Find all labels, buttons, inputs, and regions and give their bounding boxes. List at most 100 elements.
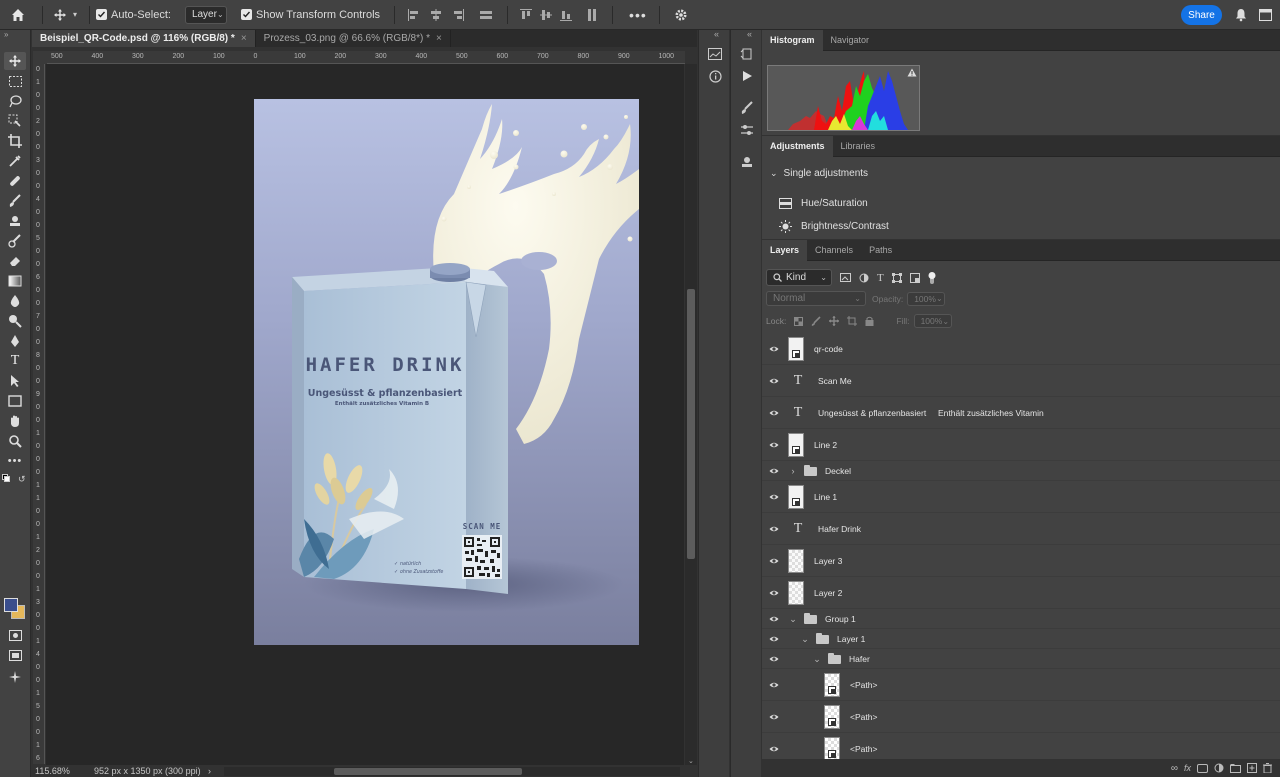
more-options-icon[interactable]: ••• <box>629 7 647 23</box>
layer-row[interactable]: Layer 2 <box>762 577 1280 609</box>
auto-select-target-dropdown[interactable]: Layer ⌄ <box>184 5 227 24</box>
align-right-icon[interactable] <box>451 8 465 21</box>
eye-icon[interactable] <box>769 634 779 644</box>
layer-row[interactable]: qr-code <box>762 333 1280 365</box>
filter-type-icon[interactable]: T <box>877 272 884 284</box>
info-icon[interactable] <box>706 68 724 84</box>
eye-icon[interactable] <box>769 408 779 418</box>
eye-icon[interactable] <box>769 556 779 566</box>
vertical-scrollbar[interactable]: ⌄ <box>685 64 697 765</box>
collapse-panels-icon[interactable]: « <box>747 29 752 39</box>
eyedropper-tool-button[interactable] <box>4 152 26 170</box>
layer-row[interactable]: ⌄ Hafer <box>762 649 1280 669</box>
properties-panel-icon[interactable] <box>706 46 724 62</box>
history-brush-tool-button[interactable] <box>4 232 26 250</box>
adjustment-hue-saturation[interactable]: Hue/Saturation <box>762 191 1280 216</box>
foreground-color-swatch[interactable] <box>4 598 18 612</box>
layer-row[interactable]: <Path> <box>762 733 1280 759</box>
home-icon[interactable] <box>0 0 36 30</box>
lock-position-icon[interactable] <box>829 316 840 326</box>
eye-icon[interactable] <box>769 680 779 690</box>
layer-row[interactable]: › Deckel <box>762 461 1280 481</box>
eye-icon[interactable] <box>769 344 779 354</box>
zoom-tool-button[interactable] <box>4 432 26 450</box>
path-selection-tool-button[interactable] <box>4 372 26 390</box>
layer-row[interactable]: ⌄ Layer 1 <box>762 629 1280 649</box>
swap-colors-icon[interactable]: ↺ <box>18 474 26 485</box>
layer-row[interactable]: Line 2 <box>762 429 1280 461</box>
scrollbar-thumb[interactable] <box>334 767 522 775</box>
document-tab[interactable]: Beispiel_QR-Code.psd @ 116% (RGB/8) * × <box>32 30 256 47</box>
artwork-canvas[interactable]: HAFER DRINK Ungesüsst & pflanzenbasiert … <box>254 99 639 645</box>
layer-row[interactable]: T Scan Me <box>762 365 1280 397</box>
marquee-tool-button[interactable] <box>4 72 26 90</box>
gradient-tool-button[interactable] <box>4 272 26 290</box>
collapse-panels-icon[interactable]: « <box>714 29 719 39</box>
status-menu-arrow[interactable]: › <box>208 766 218 776</box>
collapse-toolbar-icon[interactable]: » <box>4 30 8 39</box>
dodge-tool-button[interactable] <box>4 312 26 330</box>
adjustment-brightness-contrast[interactable]: Brightness/Contrast <box>762 216 1280 236</box>
vertical-ruler[interactable]: 0 1 0 0 2 0 0 3 0 0 4 0 0 5 0 0 6 0 0 7 0 0 8 0 0 9 0 0 1 0 0 0 1 1 0 0 1 2 0 0… <box>33 64 45 764</box>
layer-mask-icon[interactable] <box>1197 763 1208 773</box>
lock-transparent-icon[interactable] <box>794 316 804 326</box>
eye-icon[interactable] <box>769 440 779 450</box>
type-tool-button[interactable]: T <box>4 352 26 370</box>
align-middle-icon[interactable] <box>540 8 553 22</box>
bell-icon[interactable] <box>1235 8 1247 22</box>
document-tab[interactable]: Prozess_03.png @ 66.6% (RGB/8*) * × <box>256 30 451 47</box>
brush-tool-button[interactable] <box>4 192 26 210</box>
filter-toggle[interactable] <box>928 271 936 284</box>
new-group-icon[interactable] <box>1230 763 1241 773</box>
hand-tool-button[interactable] <box>4 412 26 430</box>
lock-artboard-icon[interactable] <box>847 316 858 326</box>
actions-play-icon[interactable] <box>738 68 756 84</box>
lasso-tool-button[interactable] <box>4 92 26 110</box>
canvas-area[interactable]: HAFER DRINK Ungesüsst & pflanzenbasiert … <box>46 64 684 765</box>
horizontal-ruler[interactable]: 500 400 300 200 100 0 100 200 300 400 500 600 700 800… <box>47 51 685 64</box>
brush-settings-icon[interactable] <box>738 100 756 116</box>
lock-all-icon[interactable] <box>865 316 874 326</box>
chevron-right-icon[interactable]: › <box>788 466 798 476</box>
spot-healing-tool-button[interactable] <box>4 172 26 190</box>
adjustment-layer-icon[interactable] <box>1214 763 1224 773</box>
layer-row[interactable]: Layer 3 <box>762 545 1280 577</box>
blur-tool-button[interactable] <box>4 292 26 310</box>
fill-input[interactable]: 100% ⌄ <box>913 314 952 328</box>
layer-row[interactable]: T Hafer Drink <box>762 513 1280 545</box>
eye-icon[interactable] <box>769 744 779 754</box>
chevron-down-icon[interactable]: ⌄ <box>788 614 798 625</box>
layer-row[interactable]: <Path> <box>762 701 1280 733</box>
layer-row[interactable]: <Path> <box>762 669 1280 701</box>
tool-presets-icon[interactable] <box>738 122 756 138</box>
align-left-icon[interactable] <box>407 8 421 21</box>
layer-row[interactable]: ⌄ Group 1 <box>762 609 1280 629</box>
layer-row[interactable]: Line 1 <box>762 481 1280 513</box>
trash-icon[interactable] <box>1263 763 1272 773</box>
chevron-down-icon[interactable]: ▾ <box>73 10 77 19</box>
lock-pixels-icon[interactable] <box>811 316 821 326</box>
filter-shape-icon[interactable] <box>891 272 902 283</box>
rectangle-tool-button[interactable] <box>4 392 26 410</box>
layer-row[interactable]: T Ungesüsst & pflanzenbasiert Enthält zus… <box>762 397 1280 429</box>
object-selection-tool-button[interactable] <box>4 112 26 130</box>
eraser-tool-button[interactable] <box>4 252 26 270</box>
align-center-icon[interactable] <box>429 8 443 21</box>
chevron-down-icon[interactable]: ⌄ <box>812 654 822 665</box>
qr-code[interactable] <box>462 535 502 579</box>
quick-mask-icon[interactable] <box>4 626 26 644</box>
tab-adjustments[interactable]: Adjustments <box>762 135 833 157</box>
transform-controls-checkbox[interactable] <box>240 9 252 20</box>
tab-navigator[interactable]: Navigator <box>823 30 878 51</box>
horizontal-scrollbar[interactable] <box>224 766 680 776</box>
filter-pixel-icon[interactable] <box>840 273 851 282</box>
history-icon[interactable] <box>738 46 756 62</box>
eye-icon[interactable] <box>769 524 779 534</box>
tab-paths[interactable]: Paths <box>861 240 900 261</box>
eye-icon[interactable] <box>769 376 779 386</box>
distribute-horizontal-icon[interactable] <box>479 9 493 21</box>
layer-effects-icon[interactable]: fx <box>1184 763 1191 773</box>
close-icon[interactable]: × <box>241 33 247 44</box>
filter-adjustment-icon[interactable] <box>859 273 869 283</box>
align-bottom-icon[interactable] <box>560 8 573 22</box>
